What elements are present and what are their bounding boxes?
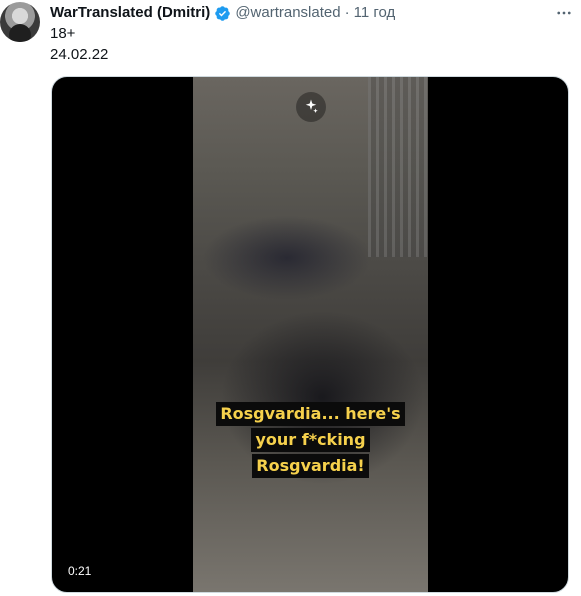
video-timecode: 0:21	[64, 562, 96, 580]
video-fence-shadow	[368, 77, 428, 257]
verified-badge-icon	[215, 5, 231, 21]
tweet-text-line-2: 24.02.22	[50, 46, 109, 63]
more-options-icon[interactable]	[553, 2, 575, 24]
more-options-dots	[557, 11, 571, 15]
tweet-time[interactable]: 11 год	[354, 4, 396, 22]
video-frame[interactable]: Rosgvardia... here's your f*cking Rosgva…	[193, 77, 428, 592]
subtitle-line-1: Rosgvardia... here's	[216, 402, 405, 426]
tweet: WarTranslated (Dmitri) @wartranslated · …	[0, 0, 581, 596]
sparkle-icon[interactable]	[296, 92, 326, 122]
video-subtitle: Rosgvardia... here's your f*cking Rosgva…	[193, 402, 428, 480]
avatar[interactable]	[0, 2, 40, 42]
author-handle[interactable]: @wartranslated	[235, 4, 340, 22]
subtitle-line-3: Rosgvardia!	[252, 454, 369, 478]
author-name[interactable]: WarTranslated (Dmitri)	[50, 4, 210, 22]
subtitle-line-2: your f*cking	[251, 428, 370, 452]
separator-dot: ·	[344, 4, 350, 21]
tweet-header: WarTranslated (Dmitri) @wartranslated · …	[50, 4, 395, 22]
tweet-text-line-1: 18+	[50, 25, 76, 42]
sparkle-shape	[305, 99, 318, 113]
video-player[interactable]: Rosgvardia... here's your f*cking Rosgva…	[51, 76, 569, 593]
